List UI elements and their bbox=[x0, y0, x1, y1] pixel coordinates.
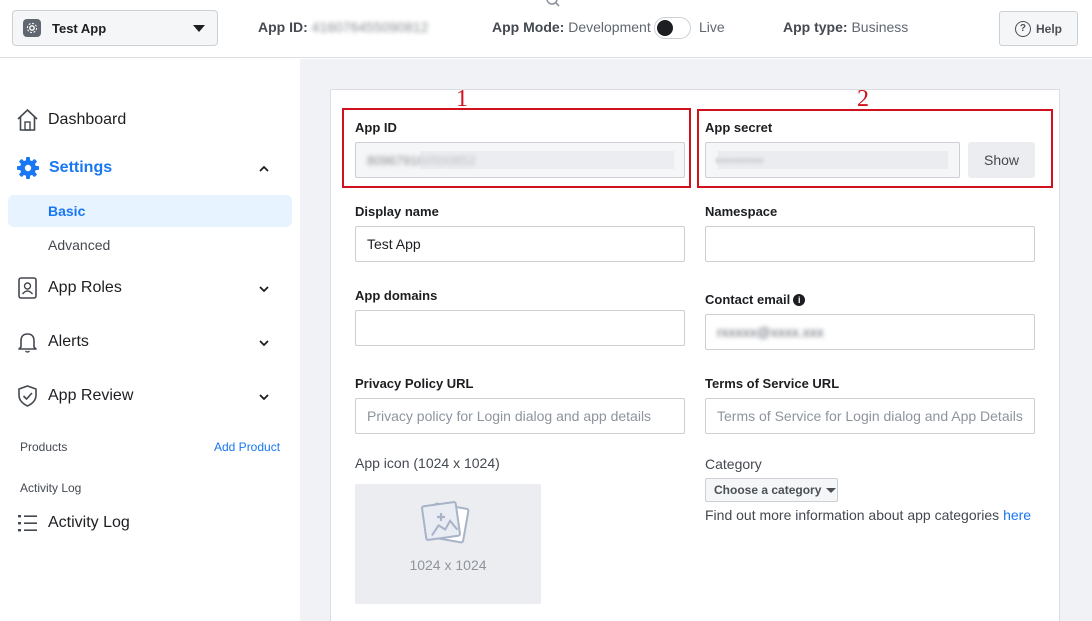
choose-category-dropdown[interactable]: Choose a category bbox=[705, 478, 838, 502]
contact-email-value: rxxxxx@xxxx.xxx bbox=[717, 324, 824, 340]
display-name-label: Display name bbox=[355, 204, 439, 219]
sidebar-label-app-roles: App Roles bbox=[48, 279, 122, 296]
privacy-policy-placeholder: Privacy policy for Login dialog and app … bbox=[367, 408, 652, 424]
sidebar-item-basic[interactable]: Basic bbox=[8, 195, 292, 227]
sidebar-label-app-review: App Review bbox=[48, 387, 134, 404]
app-domains-label: App domains bbox=[355, 288, 438, 303]
terms-of-service-input[interactable]: Terms of Service for Login dialog and Ap… bbox=[705, 398, 1035, 434]
top-bar: Test App App ID: 416076455090812 App Mod… bbox=[0, 0, 1092, 58]
category-info: Find out more information about app cate… bbox=[705, 507, 1031, 523]
add-product-link[interactable]: Add Product bbox=[214, 440, 280, 454]
app-id-label: App ID: bbox=[258, 19, 308, 35]
app-type-info: App type: Business bbox=[783, 19, 908, 35]
chevron-down-icon[interactable] bbox=[258, 391, 270, 403]
app-id-info: App ID: 416076455090812 bbox=[258, 19, 428, 35]
activity-log-section-label: Activity Log bbox=[20, 481, 82, 495]
contact-email-input[interactable]: rxxxxx@xxxx.xxx bbox=[705, 314, 1035, 350]
terms-of-service-label: Terms of Service URL bbox=[705, 376, 840, 391]
namespace-input[interactable] bbox=[705, 226, 1035, 262]
sidebar-item-app-roles[interactable]: App Roles bbox=[16, 276, 122, 300]
app-mode-info: App Mode: Development bbox=[492, 19, 651, 35]
contact-email-label-wrap: Contact email i bbox=[705, 292, 806, 307]
gear-icon bbox=[17, 157, 39, 179]
sidebar-item-alerts[interactable]: Alerts bbox=[16, 330, 89, 354]
toggle-knob bbox=[657, 20, 673, 36]
category-label: Category bbox=[705, 456, 762, 472]
sidebar-label-activity-log: Activity Log bbox=[48, 514, 130, 531]
shield-check-icon bbox=[18, 385, 37, 407]
chevron-down-icon[interactable] bbox=[258, 283, 270, 295]
sidebar-item-app-review[interactable]: App Review bbox=[16, 384, 133, 408]
privacy-policy-label: Privacy Policy URL bbox=[355, 376, 474, 391]
chevron-up-icon[interactable] bbox=[258, 163, 270, 175]
live-label: Live bbox=[699, 19, 725, 35]
terms-of-service-placeholder: Terms of Service for Login dialog and Ap… bbox=[717, 408, 1023, 424]
info-icon[interactable]: i bbox=[793, 294, 806, 306]
id-badge-icon bbox=[18, 277, 37, 299]
app-icon-dimensions: 1024 x 1024 bbox=[409, 557, 487, 573]
privacy-policy-input[interactable]: Privacy policy for Login dialog and app … bbox=[355, 398, 685, 434]
search-icon[interactable] bbox=[544, 0, 562, 10]
sidebar-label-dashboard: Dashboard bbox=[48, 111, 127, 128]
products-section-label: Products bbox=[20, 440, 68, 454]
app-mode-label: App Mode: bbox=[492, 19, 565, 35]
annotation-number-1: 1 bbox=[456, 86, 468, 112]
annotation-box-2 bbox=[697, 109, 1053, 188]
app-id-value: 416076455090812 bbox=[311, 19, 429, 35]
app-mode-toggle[interactable] bbox=[654, 17, 691, 39]
help-button[interactable]: ? Help bbox=[999, 11, 1078, 46]
home-icon bbox=[17, 108, 38, 131]
app-icon-label: App icon (1024 x 1024) bbox=[355, 455, 500, 471]
sidebar-item-activity-log[interactable]: Activity Log bbox=[16, 511, 130, 535]
category-info-link[interactable]: here bbox=[1003, 507, 1031, 523]
chevron-down-icon[interactable] bbox=[258, 337, 270, 349]
namespace-label: Namespace bbox=[705, 204, 778, 219]
sidebar-label-alerts: Alerts bbox=[48, 333, 89, 350]
app-icon-upload[interactable]: 1024 x 1024 bbox=[355, 484, 541, 604]
sidebar-item-dashboard[interactable]: Dashboard bbox=[16, 108, 126, 132]
caret-down-icon bbox=[826, 487, 837, 493]
sidebar-label-settings: Settings bbox=[49, 159, 113, 176]
annotation-number-2: 2 bbox=[857, 86, 869, 112]
image-upload-icon bbox=[421, 501, 470, 544]
app-domains-input[interactable] bbox=[355, 310, 685, 346]
annotation-box-1 bbox=[342, 108, 691, 188]
help-button-label: Help bbox=[1035, 21, 1062, 36]
question-mark-icon: ? bbox=[1014, 20, 1031, 37]
bell-icon bbox=[18, 333, 37, 353]
caret-down-icon bbox=[193, 25, 205, 32]
sidebar-item-settings[interactable]: Settings bbox=[16, 156, 112, 180]
app-selector-label: Test App bbox=[52, 20, 107, 36]
app-type-value: Business bbox=[851, 19, 909, 35]
choose-category-label: Choose a category bbox=[714, 483, 822, 497]
category-info-text: Find out more information about app cate… bbox=[705, 507, 1000, 523]
list-icon bbox=[18, 515, 37, 532]
sidebar-item-advanced[interactable]: Advanced bbox=[48, 237, 110, 253]
app-selector[interactable]: Test App bbox=[12, 10, 218, 46]
sidebar: Dashboard Settings Basic Advanced App Ro… bbox=[0, 59, 300, 621]
display-name-input[interactable]: Test App bbox=[355, 226, 685, 262]
app-type-label: App type: bbox=[783, 19, 848, 35]
app-mode-value: Development bbox=[568, 19, 651, 35]
contact-email-label: Contact email bbox=[705, 292, 791, 307]
app-gear-icon bbox=[23, 19, 41, 37]
